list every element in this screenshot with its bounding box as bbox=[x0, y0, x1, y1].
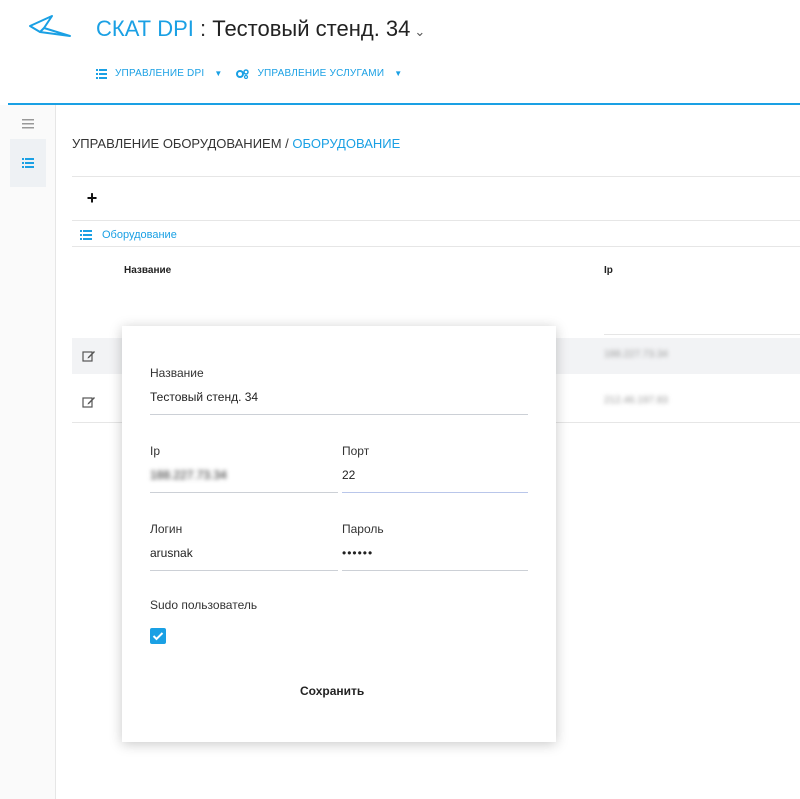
add-equipment-button[interactable]: + bbox=[84, 189, 100, 207]
edit-equipment-popup: Название Тестовый стенд. 34 Ip 188.227.7… bbox=[122, 326, 556, 742]
ip-field: Ip 188.227.73.34 bbox=[150, 444, 338, 493]
divider bbox=[72, 246, 800, 247]
column-header-name[interactable]: Название bbox=[124, 265, 171, 276]
divider bbox=[72, 220, 800, 221]
column-header-ip[interactable]: Ip bbox=[604, 265, 613, 276]
input-underline bbox=[150, 570, 338, 571]
column-filter-underline bbox=[604, 334, 800, 335]
breadcrumb-parent[interactable]: УПРАВЛЕНИЕ ОБОРУДОВАНИЕМ bbox=[72, 136, 282, 151]
input-underline bbox=[342, 492, 528, 493]
row-ip: 188.227.73.34 bbox=[604, 349, 668, 360]
list-icon bbox=[80, 230, 92, 240]
nav-dpi-label: УПРАВЛЕНИЕ DPI bbox=[115, 68, 205, 79]
section-header: Оборудование bbox=[80, 229, 177, 241]
sudo-checkbox[interactable] bbox=[150, 628, 166, 644]
list-icon bbox=[96, 68, 107, 79]
password-input[interactable]: •••••• bbox=[342, 546, 528, 564]
nav-services-management[interactable]: УПРАВЛЕНИЕ УСЛУГАМИ ▼ bbox=[236, 68, 402, 79]
left-sidebar bbox=[0, 105, 56, 799]
top-navigation: УПРАВЛЕНИЕ DPI ▼ УПРАВЛЕНИЕ УСЛУГАМИ ▼ bbox=[96, 68, 402, 79]
breadcrumb: УПРАВЛЕНИЕ ОБОРУДОВАНИЕМ / ОБОРУДОВАНИЕ bbox=[72, 136, 400, 151]
input-underline bbox=[150, 414, 528, 415]
name-field: Название Тестовый стенд. 34 bbox=[150, 366, 528, 415]
header-divider bbox=[8, 103, 800, 105]
port-label: Порт bbox=[342, 444, 370, 458]
brand-name: СКАТ DPI bbox=[96, 16, 194, 41]
title-separator: : bbox=[193, 16, 213, 41]
name-label: Название bbox=[150, 366, 204, 380]
nav-services-label: УПРАВЛЕНИЕ УСЛУГАМИ bbox=[257, 68, 385, 79]
login-field: Логин arusnak bbox=[150, 522, 338, 571]
sidebar-item-equipment[interactable] bbox=[10, 139, 46, 187]
login-label: Логин bbox=[150, 522, 183, 536]
caret-down-icon: ▼ bbox=[394, 69, 403, 78]
hamburger-menu-icon[interactable] bbox=[16, 115, 40, 135]
port-field: Порт 22 bbox=[342, 444, 528, 493]
edit-icon[interactable] bbox=[82, 395, 96, 409]
gears-icon bbox=[236, 68, 250, 79]
breadcrumb-current[interactable]: ОБОРУДОВАНИЕ bbox=[292, 136, 400, 151]
stand-chevron-icon[interactable]: ⌄ bbox=[414, 24, 425, 39]
breadcrumb-separator: / bbox=[281, 136, 293, 151]
section-title: Оборудование bbox=[102, 229, 177, 241]
ip-label: Ip bbox=[150, 444, 161, 458]
checkmark-icon bbox=[152, 632, 164, 641]
caret-down-icon: ▼ bbox=[214, 69, 223, 78]
input-underline bbox=[150, 492, 338, 493]
password-field: Пароль •••••• bbox=[342, 522, 528, 571]
app-title: СКАТ DPI : Тестовый стенд. 34 ⌄ bbox=[96, 16, 425, 42]
ip-input[interactable]: 188.227.73.34 bbox=[150, 468, 338, 486]
sudo-label: Sudo пользователь bbox=[150, 598, 258, 612]
password-label: Пароль bbox=[342, 522, 384, 536]
login-input[interactable]: arusnak bbox=[150, 546, 338, 564]
port-input[interactable]: 22 bbox=[342, 468, 528, 486]
skat-logo-icon bbox=[29, 15, 71, 37]
edit-icon[interactable] bbox=[82, 349, 96, 363]
list-icon bbox=[22, 158, 34, 168]
save-button[interactable]: Сохранить bbox=[300, 684, 364, 698]
nav-dpi-management[interactable]: УПРАВЛЕНИЕ DPI ▼ bbox=[96, 68, 222, 79]
stand-selector[interactable]: Тестовый стенд. 34 bbox=[212, 16, 410, 41]
row-ip: 212.46.197.83 bbox=[604, 395, 668, 406]
name-input[interactable]: Тестовый стенд. 34 bbox=[150, 390, 528, 408]
input-underline bbox=[342, 570, 528, 571]
divider bbox=[72, 176, 800, 177]
